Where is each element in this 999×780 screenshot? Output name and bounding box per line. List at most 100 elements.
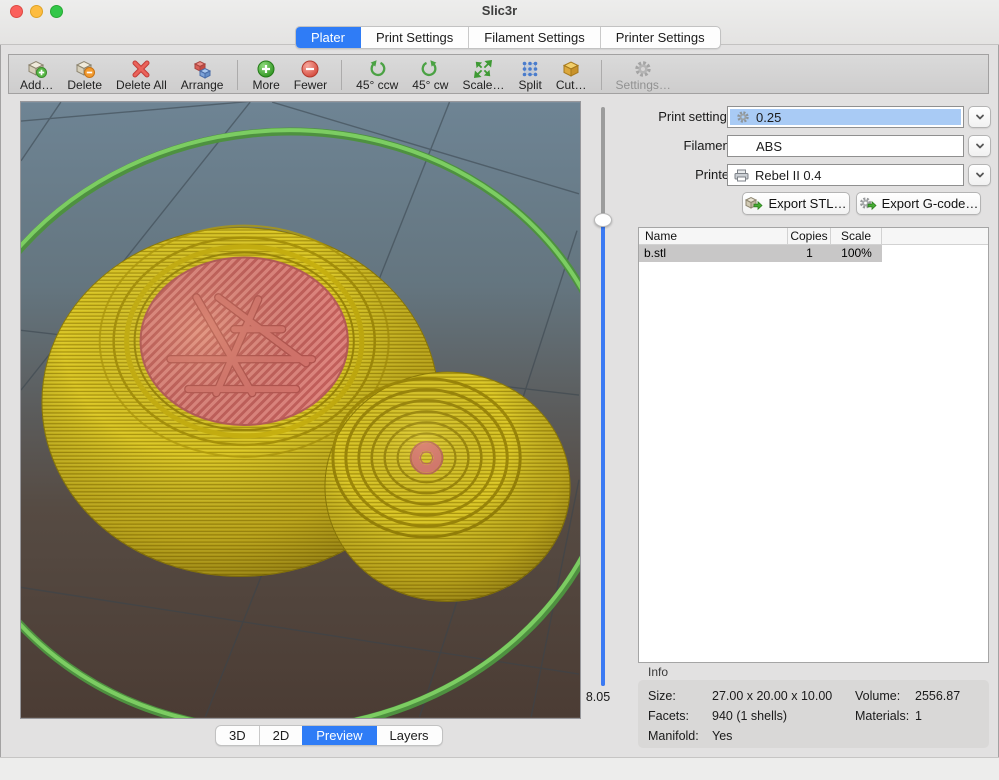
export-stl-icon: [745, 196, 763, 211]
fewer-icon: [300, 58, 320, 79]
layer-slider-fill: [601, 220, 605, 686]
settings-button-label: Settings…: [616, 79, 671, 92]
chevron-down-icon: [974, 111, 986, 123]
print-settings-combo[interactable]: 0.25: [727, 106, 964, 128]
facets-label: Facets:: [648, 709, 689, 723]
tab-plater[interactable]: Plater: [296, 27, 360, 48]
main-tab-bar: Plater Print Settings Filament Settings …: [295, 26, 721, 49]
volume-label: Volume:: [855, 689, 900, 703]
tab-3d[interactable]: 3D: [216, 726, 259, 745]
fewer-button-label: Fewer: [294, 79, 327, 92]
gear-icon: [736, 110, 750, 124]
object-small-dome: [325, 372, 570, 601]
manifold-value: Yes: [712, 729, 732, 743]
view-tab-bar: 3D 2D Preview Layers: [215, 725, 443, 746]
size-label: Size:: [648, 689, 676, 703]
rotate-ccw-button[interactable]: 45° ccw: [349, 58, 405, 92]
delete-button-label: Delete: [67, 79, 102, 92]
print-settings-dropdown-button[interactable]: [968, 106, 991, 128]
tab-preview[interactable]: Preview: [302, 726, 375, 745]
row-scale: 100%: [831, 245, 882, 262]
plater-toolbar: Add… Delete Delete All: [8, 54, 989, 94]
arrange-button[interactable]: Arrange: [174, 58, 231, 92]
delete-all-button[interactable]: Delete All: [109, 58, 174, 92]
row-copies: 1: [788, 245, 831, 262]
arrange-button-label: Arrange: [181, 79, 224, 92]
column-header-name[interactable]: Name: [639, 228, 788, 244]
filament-dropdown-button[interactable]: [968, 135, 991, 157]
printer-value: Rebel II 0.4: [755, 168, 822, 183]
manifold-label: Manifold:: [648, 729, 699, 743]
tab-print-settings[interactable]: Print Settings: [360, 27, 468, 48]
cut-button-label: Cut…: [556, 79, 587, 92]
column-header-scale[interactable]: Scale: [831, 228, 882, 244]
objects-table: Name Copies Scale b.stl 1 100%: [638, 227, 989, 663]
size-value: 27.00 x 20.00 x 10.00: [712, 689, 832, 703]
split-button-label: Split: [518, 79, 541, 92]
delete-button[interactable]: Delete: [60, 58, 109, 92]
toolbar-separator: [237, 60, 238, 90]
info-panel-title: Info: [648, 665, 668, 679]
cut-button[interactable]: Cut…: [549, 58, 594, 92]
filament-label: Filament:: [628, 135, 737, 157]
export-gcode-button[interactable]: Export G-code…: [856, 192, 981, 215]
filament-value: ABS: [756, 139, 782, 154]
scale-button-label: Scale…: [462, 79, 504, 92]
fewer-button[interactable]: Fewer: [287, 58, 334, 92]
export-gcode-label: Export G-code…: [882, 196, 979, 211]
slic3r-window: { "window": { "title": "Slic3r" }, "main…: [0, 0, 999, 780]
add-button[interactable]: Add…: [13, 58, 60, 92]
info-panel: Size: 27.00 x 20.00 x 10.00 Volume: 2556…: [638, 680, 989, 748]
layer-height-value: 8.05: [579, 690, 617, 704]
split-button[interactable]: Split: [511, 58, 548, 92]
scale-button[interactable]: Scale…: [455, 58, 511, 92]
materials-value: 1: [915, 709, 922, 723]
add-object-icon: [26, 58, 48, 79]
filament-combo[interactable]: ABS: [727, 135, 964, 157]
export-stl-button[interactable]: Export STL…: [742, 192, 850, 215]
layer-slider-track[interactable]: [601, 107, 605, 686]
preview-3d-canvas[interactable]: [20, 101, 581, 719]
arrange-icon: [191, 58, 213, 79]
chevron-down-icon: [974, 169, 986, 181]
materials-label: Materials:: [855, 709, 909, 723]
cut-icon: [561, 58, 581, 79]
more-icon: [256, 58, 276, 79]
settings-gear-icon: [633, 58, 653, 79]
column-header-copies[interactable]: Copies: [788, 228, 831, 244]
more-button[interactable]: More: [245, 58, 286, 92]
tab-2d[interactable]: 2D: [259, 726, 303, 745]
split-icon: [520, 58, 540, 79]
toolbar-separator: [601, 60, 602, 90]
window-bottom-strip: [0, 757, 999, 780]
delete-all-icon: [131, 58, 151, 79]
rotate-cw-button-label: 45° cw: [412, 79, 448, 92]
tab-filament-settings[interactable]: Filament Settings: [468, 27, 599, 48]
printer-combo[interactable]: Rebel II 0.4: [727, 164, 964, 186]
layer-slider-thumb[interactable]: [594, 213, 612, 227]
window-title: Slic3r: [0, 0, 999, 22]
rotate-cw-icon: [420, 58, 440, 79]
rotate-cw-button[interactable]: 45° cw: [405, 58, 455, 92]
print-settings-value: 0.25: [756, 110, 781, 125]
printer-dropdown-button[interactable]: [968, 164, 991, 186]
rotate-ccw-button-label: 45° ccw: [356, 79, 398, 92]
table-row[interactable]: b.stl 1 100%: [639, 245, 988, 262]
toolbar-separator: [341, 60, 342, 90]
volume-value: 2556.87: [915, 689, 960, 703]
delete-all-button-label: Delete All: [116, 79, 167, 92]
tab-printer-settings[interactable]: Printer Settings: [600, 27, 720, 48]
objects-table-header: Name Copies Scale: [639, 228, 988, 245]
tab-layers[interactable]: Layers: [376, 726, 442, 745]
settings-button[interactable]: Settings…: [609, 58, 678, 92]
printer-icon: [734, 169, 749, 182]
add-button-label: Add…: [20, 79, 53, 92]
row-name: b.stl: [639, 245, 788, 262]
printer-label: Printer:: [628, 164, 737, 186]
export-stl-label: Export STL…: [768, 196, 846, 211]
scale-icon: [473, 58, 493, 79]
more-button-label: More: [252, 79, 279, 92]
facets-value: 940 (1 shells): [712, 709, 787, 723]
rotate-ccw-icon: [367, 58, 387, 79]
chevron-down-icon: [974, 140, 986, 152]
